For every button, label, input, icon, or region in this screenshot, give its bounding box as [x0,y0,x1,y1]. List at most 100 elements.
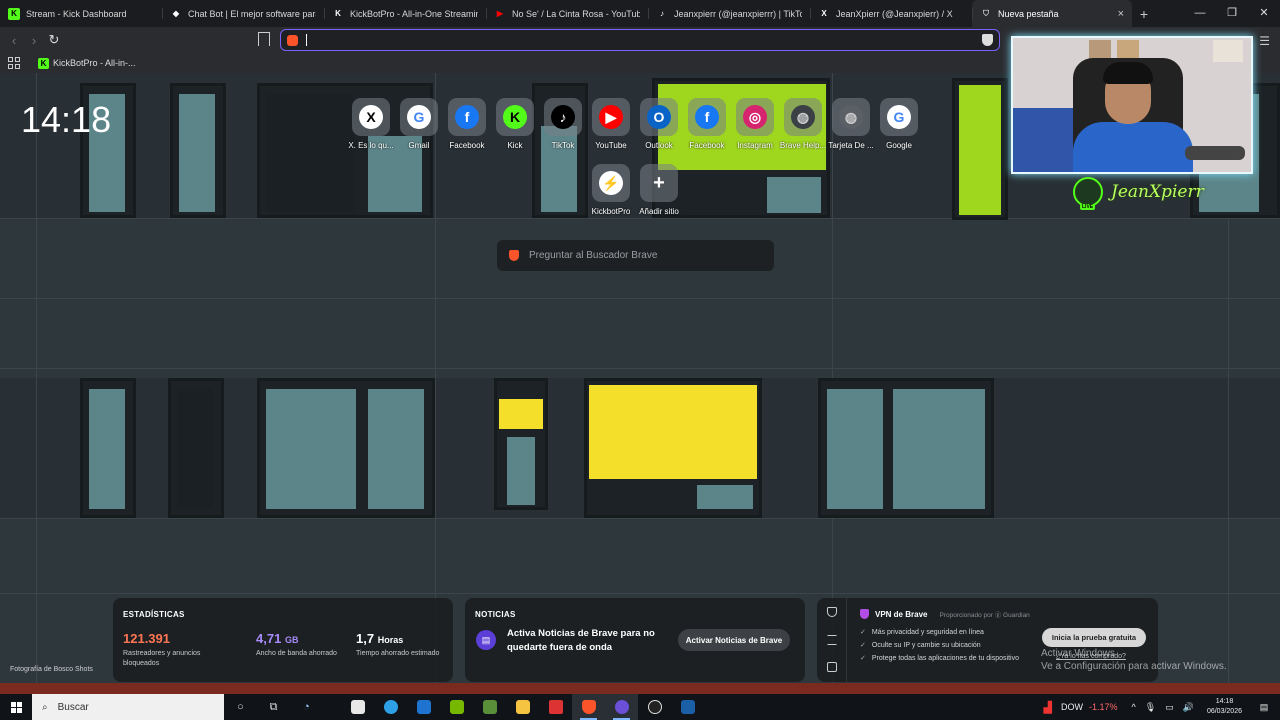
close-window-button[interactable]: ✕ [1248,0,1280,27]
cortana-icon[interactable]: ○ [224,694,257,720]
diamond-icon: ◆ [172,9,180,18]
taskbar-search[interactable]: ⌕ Buscar [32,694,224,720]
steam-icon[interactable] [671,694,704,720]
shield-tab-icon[interactable] [827,607,837,617]
top-site-tile: G [880,98,918,136]
top-site-label: Brave Help... [779,141,827,150]
top-site-3[interactable]: K Kick [491,98,539,150]
stat-desc: Ancho de banda ahorrado [256,650,337,657]
url-input[interactable] [306,34,999,46]
tab-1[interactable]: ◆ Chat Bot | El mejor software para pot [162,0,324,27]
widget-side-tabs [817,598,847,682]
vpn-features: Más privacidad y seguridad en línea Ocul… [860,626,1019,665]
top-site-9[interactable]: ◍ Brave Help... [779,98,827,150]
taskbar-clock[interactable]: 14:18 06/03/2026 [1207,697,1242,717]
tab-6[interactable]: ⛉ Nueva pestaña × [972,0,1132,27]
stat-desc: Tiempo ahorrado estimado [356,650,440,657]
news-title: NOTICIAS [475,610,516,619]
vpn-icon [860,609,869,619]
top-site-5[interactable]: ▶ YouTube [587,98,635,150]
bookmark-icon[interactable] [258,32,270,46]
chevron-up-icon[interactable]: ^ [1132,702,1136,712]
vpn-tab-icon[interactable] [827,635,837,645]
tab-3[interactable]: ▶ No Se' / La Cinta Rosa - YouTube [486,0,648,27]
network-icon[interactable]: ▭ [1165,702,1174,713]
top-site-tile: O [640,98,678,136]
stock-ticker[interactable]: DOW [1061,702,1083,712]
start-button[interactable] [0,694,32,720]
tab-title: KickBotPro - All-in-One Streaming To [350,8,478,19]
tab-5[interactable]: X JeanXpierr (@Jeanxpierr) / X [810,0,972,27]
top-site-4[interactable]: ♪ TikTok [539,98,587,150]
top-site-label: Outlook [645,141,673,150]
photo-credit[interactable]: Fotografía de Bosco Shots [10,666,93,673]
top-site-label: X. Es lo qu... [348,141,394,150]
microphone-icon[interactable]: 🎙 [1145,702,1156,713]
stock-chart-icon: ▟ [1043,701,1053,714]
notifications-icon[interactable]: ▤ [1254,702,1274,713]
vpn-header: VPN de Brave Proporcionado por ⓖ Guardia… [860,609,1030,619]
speedometer-icon[interactable]: ◔ [290,694,323,720]
top-site-12[interactable]: ⚡ KickbotPro [587,164,635,216]
menu-icon[interactable]: ☰ [1259,34,1270,48]
tab-4[interactable]: ♪ Jeanxpierr (@jeanxpierrr) | TikTok [648,0,810,27]
forward-button[interactable]: › [24,33,44,48]
top-site-10[interactable]: ◍ Tarjeta De ... [827,98,875,150]
app-icon[interactable] [539,694,572,720]
top-site-0[interactable]: X X. Es lo qu... [347,98,395,150]
instagram-icon: ◎ [743,105,767,129]
vpn-trial-button[interactable]: Inicia la prueba gratuita [1042,628,1146,647]
kickbot-icon: ⚡ [599,171,623,195]
top-site-label: Facebook [449,141,485,150]
facebook-icon: f [455,105,479,129]
vpn-provider: Proporcionado por ⓖ Guardian [939,612,1030,619]
maximize-button[interactable]: ❐ [1216,0,1248,27]
vpn-feature: Más privacidad y seguridad en línea [860,626,1019,639]
top-site-tile: f [688,98,726,136]
top-site-2[interactable]: f Facebook [443,98,491,150]
google-icon: G [887,105,911,129]
card-tab-icon[interactable] [827,662,837,672]
mail-icon[interactable] [407,694,440,720]
tab-0[interactable]: K Stream - Kick Dashboard [0,0,162,27]
top-site-tile: X [352,98,390,136]
bookmark-kickbotpro[interactable]: K KickBotPro - All-in-... [38,57,136,69]
tab-strip: K Stream - Kick Dashboard ◆ Chat Bot | El m… [0,0,1280,27]
activate-news-button[interactable]: Activar Noticias de Brave [678,629,790,651]
volume-icon[interactable]: 🔊 [1183,702,1194,713]
top-site-11[interactable]: G Google [875,98,923,150]
top-site-7[interactable]: f Facebook [683,98,731,150]
tab-2[interactable]: K KickBotPro - All-in-One Streaming To [324,0,486,27]
facebook-icon: f [695,105,719,129]
brave-taskbar-icon[interactable] [572,694,605,720]
system-tray: ▟ DOW -1.17% ^ 🎙 ▭ 🔊 14:18 06/03/2026 ▤ [1044,694,1280,720]
top-site-13[interactable]: + Añadir sitio [635,164,683,216]
brave-search-box[interactable]: Preguntar al Buscador Brave [497,240,774,271]
store-icon[interactable] [341,694,374,720]
top-site-tile: ♪ [544,98,582,136]
file-explorer-icon[interactable] [506,694,539,720]
new-tab-button[interactable]: + [1132,6,1156,22]
obs-studio-icon[interactable] [638,694,671,720]
top-site-8[interactable]: ◎ Instagram [731,98,779,150]
stock-change: -1.17% [1089,702,1118,712]
obs-icon[interactable] [605,694,638,720]
reload-button[interactable]: ↻ [44,32,64,48]
vpn-title: VPN de Brave [875,609,928,619]
minecraft-icon[interactable] [473,694,506,720]
brave-shields-icon[interactable] [982,34,993,46]
task-view-icon[interactable]: ⧉ [257,694,290,720]
plus-icon: + [653,171,665,194]
x-icon: X [821,9,827,18]
top-site-tile: ◍ [832,98,870,136]
address-bar[interactable] [280,29,1000,51]
kickbot-icon: K [335,9,341,18]
close-tab-icon[interactable]: × [1118,8,1124,20]
back-button[interactable]: ‹ [4,33,24,48]
minimize-button[interactable]: — [1184,0,1216,27]
top-site-6[interactable]: O Outlook [635,98,683,150]
nvidia-icon[interactable] [440,694,473,720]
apps-grid-icon[interactable] [8,57,20,69]
top-site-1[interactable]: G Gmail [395,98,443,150]
edge-icon[interactable] [374,694,407,720]
